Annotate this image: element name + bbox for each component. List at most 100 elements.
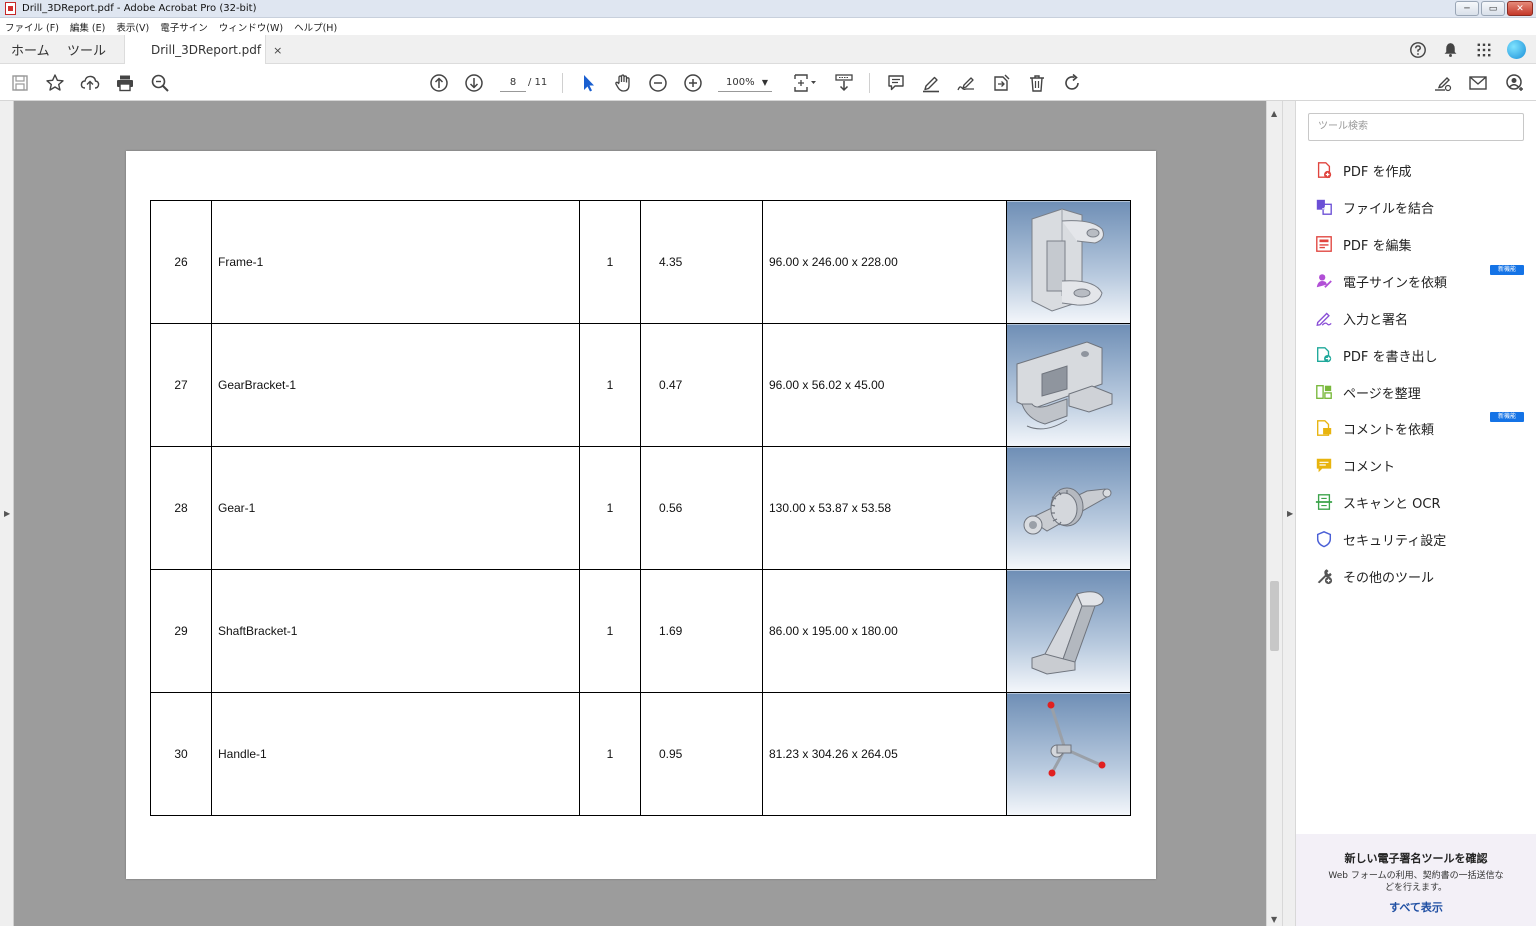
vertical-scrollbar[interactable]: ▲ ▼ [1266, 101, 1282, 926]
menu-edit[interactable]: 編集 (E) [70, 20, 105, 34]
mass: 0.56 [640, 446, 763, 570]
restore-button[interactable]: ▭ [1481, 1, 1505, 16]
highlight-pen-icon[interactable] [920, 72, 942, 94]
tool-export-pdf[interactable]: PDF を書き出し [1314, 344, 1437, 366]
quantity: 1 [579, 200, 641, 324]
tool-search-input[interactable]: ツール検索 [1308, 113, 1524, 141]
new-feature-badge: 新機能 [1490, 265, 1524, 275]
promo-heading: 新しい電子署名ツールを確認 [1344, 852, 1488, 865]
notification-bell-icon[interactable] [1441, 40, 1460, 59]
item-number: 30 [150, 692, 212, 816]
email-icon[interactable] [1467, 72, 1489, 94]
promo-body: Web フォームの利用、契約書の一括送信などを行えます。 [1328, 871, 1504, 893]
tool-label: PDF を書き出し [1343, 349, 1438, 365]
tool-combine-files[interactable]: ファイルを結合 [1314, 196, 1434, 218]
bookmark-star-icon[interactable] [44, 72, 66, 94]
gear-thumbnail [1006, 446, 1131, 570]
tab-tools[interactable]: ツール [67, 35, 106, 64]
tool-comment[interactable]: コメント [1314, 454, 1395, 476]
bounding-size: 86.00 x 195.00 x 180.00 [762, 569, 1007, 693]
menu-file[interactable]: ファイル (F) [5, 20, 59, 34]
expand-left-arrow-icon: ▶ [4, 509, 11, 518]
tool-request-comments[interactable]: コメントを依頼 [1314, 417, 1434, 439]
scrollbar-thumb[interactable] [1270, 581, 1279, 651]
cloud-upload-icon[interactable] [79, 72, 101, 94]
tab-document[interactable]: Drill_3DReport.pdf × [124, 35, 282, 65]
tool-more-tools[interactable]: その他のツール [1314, 565, 1434, 587]
select-cursor-icon[interactable] [577, 72, 599, 94]
tab-home[interactable]: ホーム [11, 35, 50, 64]
sign-icon[interactable] [955, 72, 977, 94]
zoom-level-select[interactable]: 100% ▼ [718, 74, 772, 92]
scroll-mode-icon[interactable] [833, 72, 855, 94]
left-panel-toggle[interactable]: ▶ [0, 101, 14, 926]
scan-ocr-icon [1314, 492, 1334, 512]
close-window-button[interactable]: ✕ [1507, 1, 1533, 16]
quantity: 1 [579, 446, 641, 570]
fill-sign-icon [1314, 308, 1334, 328]
add-user-icon[interactable] [1503, 72, 1525, 94]
menu-view[interactable]: 表示(V) [116, 20, 149, 34]
scroll-down-arrow-icon[interactable]: ▼ [1271, 915, 1277, 924]
menu-window[interactable]: ウィンドウ(W) [219, 20, 283, 34]
scroll-up-arrow-icon[interactable]: ▲ [1271, 109, 1277, 118]
table-row: 26 Frame-1 1 4.35 96.00 x 246.00 x 228.0… [150, 200, 1131, 324]
tool-request-esign[interactable]: 電子サインを依頼 [1314, 270, 1447, 292]
close-tab-button[interactable]: × [273, 44, 282, 57]
tool-organize-pages[interactable]: ページを整理 [1314, 381, 1421, 403]
organize-pages-icon [1314, 382, 1334, 402]
handle-thumbnail [1006, 692, 1131, 816]
stamp-share-icon[interactable] [990, 72, 1012, 94]
tool-label: スキャンと OCR [1343, 496, 1441, 512]
right-panel-toggle[interactable]: ▶ [1282, 101, 1296, 926]
tool-edit-pdf[interactable]: PDF を編集 [1314, 233, 1411, 255]
mass: 0.47 [640, 323, 763, 447]
more-tools-wrench-icon [1314, 566, 1334, 586]
save-icon[interactable] [9, 72, 31, 94]
create-pdf-icon [1314, 160, 1334, 180]
zoom-search-icon[interactable] [149, 72, 171, 94]
pdf-page: 26 Frame-1 1 4.35 96.00 x 246.00 x 228.0… [126, 151, 1156, 879]
tool-security[interactable]: セキュリティ設定 [1314, 528, 1446, 550]
link-sign-icon[interactable] [1432, 72, 1454, 94]
previous-page-icon[interactable] [428, 72, 450, 94]
rotate-icon[interactable] [1061, 72, 1083, 94]
quantity: 1 [579, 569, 641, 693]
mass: 1.69 [640, 569, 763, 693]
page-number-input[interactable]: 8 [500, 74, 526, 92]
next-page-icon[interactable] [463, 72, 485, 94]
print-icon[interactable] [114, 72, 136, 94]
comment-icon [1314, 455, 1334, 475]
minimize-button[interactable]: ─ [1455, 1, 1479, 16]
bounding-size: 81.23 x 304.26 x 264.05 [762, 692, 1007, 816]
tool-scan-ocr[interactable]: スキャンと OCR [1314, 491, 1440, 513]
tool-label: その他のツール [1343, 570, 1435, 586]
delete-trash-icon[interactable] [1026, 72, 1048, 94]
fit-page-icon[interactable] [790, 72, 820, 94]
promo-see-all-link[interactable]: すべて表示 [1296, 899, 1536, 915]
tool-label: 電子サインを依頼 [1343, 275, 1448, 291]
zoom-out-icon[interactable] [647, 72, 669, 94]
comment-icon[interactable] [885, 72, 907, 94]
shaft-bracket-thumbnail [1006, 569, 1131, 693]
tool-fill-sign[interactable]: 入力と署名 [1314, 307, 1408, 329]
menu-help[interactable]: ヘルプ(H) [294, 20, 337, 34]
zoom-in-icon[interactable] [682, 72, 704, 94]
menu-esign[interactable]: 電子サイン [160, 20, 208, 34]
hand-tool-icon[interactable] [612, 72, 634, 94]
main-toolbar: 8 / 11 100% ▼ [0, 64, 1536, 101]
part-name: ShaftBracket-1 [211, 569, 580, 693]
apps-grid-icon[interactable] [1474, 40, 1493, 59]
new-feature-badge: 新機能 [1490, 412, 1524, 422]
user-avatar[interactable] [1507, 40, 1526, 59]
mass: 0.95 [640, 692, 763, 816]
table-row: 27 GearBracket-1 1 0.47 96.00 x 56.02 x … [150, 323, 1131, 447]
window-title: Drill_3DReport.pdf - Adobe Acrobat Pro (… [22, 3, 257, 14]
tool-label: セキュリティ設定 [1343, 533, 1447, 549]
request-comments-icon [1314, 418, 1334, 438]
item-number: 28 [150, 446, 212, 570]
menu-bar: ファイル (F) 編集 (E) 表示(V) 電子サイン ウィンドウ(W) ヘルプ… [0, 18, 1536, 35]
edit-pdf-icon [1314, 234, 1334, 254]
help-icon[interactable] [1408, 40, 1427, 59]
tool-create-pdf[interactable]: PDF を作成 [1314, 159, 1411, 181]
